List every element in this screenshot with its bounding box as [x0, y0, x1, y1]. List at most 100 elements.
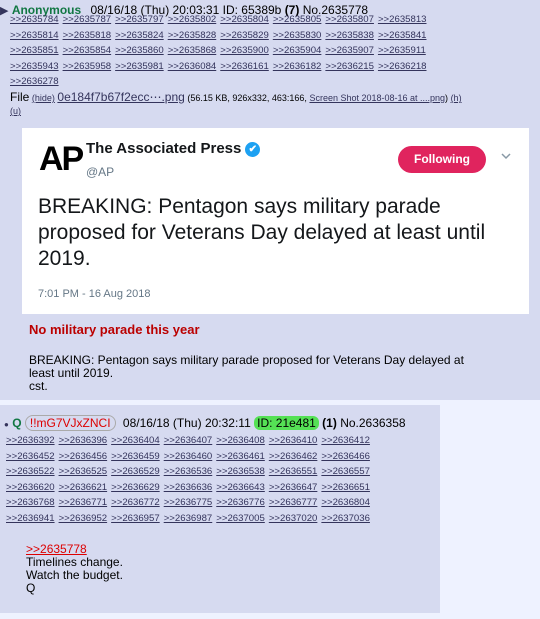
backlink[interactable]: >>2636161 — [220, 61, 269, 72]
backlink[interactable]: >>2636952 — [59, 513, 108, 524]
backlink[interactable]: >>2636538 — [216, 466, 265, 477]
backlink[interactable]: >>2636459 — [111, 451, 160, 462]
backlink[interactable]: >>2635818 — [63, 30, 112, 41]
post-menu-arrow-icon[interactable]: ▶ — [0, 5, 8, 17]
backlink[interactable]: >>2635828 — [168, 30, 217, 41]
backlink[interactable]: >>2636410 — [269, 435, 318, 446]
backlink[interactable]: >>2636620 — [6, 482, 55, 493]
backlink[interactable]: >>2636182 — [273, 61, 322, 72]
backlink[interactable]: >>2635838 — [325, 30, 374, 41]
file-h-link[interactable]: (h) — [451, 93, 462, 103]
backlink[interactable]: >>2636536 — [164, 466, 213, 477]
file-meta-close: ) — [445, 93, 449, 103]
backlink[interactable]: >>2635868 — [168, 45, 217, 56]
tweet-handle: @AP — [86, 165, 115, 179]
backlink[interactable]: >>2636775 — [164, 497, 213, 508]
post-2636358: ● Q !!mG7VJxZNCI 08/16/18 (Thu) 20:32:11… — [0, 405, 440, 613]
backlink[interactable]: >>2636771 — [59, 497, 108, 508]
backlink[interactable]: >>2636525 — [59, 466, 108, 477]
poster-id[interactable]: ID: 21e481 — [254, 416, 319, 430]
backlink[interactable]: >>2635807 — [325, 14, 374, 25]
backlink[interactable]: >>2636404 — [111, 435, 160, 446]
backlink[interactable]: >>2636804 — [321, 497, 370, 508]
backlink[interactable]: >>2636408 — [216, 435, 265, 446]
backlink[interactable]: >>2636636 — [164, 482, 213, 493]
post-menu-dot-icon[interactable]: ● — [4, 420, 9, 429]
post-body: >>2635778 Timelines change. Watch the bu… — [26, 543, 123, 595]
backlink[interactable]: >>2636396 — [59, 435, 108, 446]
backlink[interactable]: >>2636215 — [325, 61, 374, 72]
backlink[interactable]: >>2636621 — [59, 482, 108, 493]
backlink[interactable]: >>2636522 — [6, 466, 55, 477]
backlink[interactable]: >>2636643 — [216, 482, 265, 493]
backlink[interactable]: >>2637005 — [216, 513, 265, 524]
verified-badge-icon: ✔ — [245, 142, 261, 157]
backlink[interactable]: >>2635854 — [63, 45, 112, 56]
backlink[interactable]: >>2635814 — [10, 30, 59, 41]
backlink[interactable]: >>2635829 — [220, 30, 269, 41]
backlink[interactable]: >>2636551 — [269, 466, 318, 477]
file-hide-link[interactable]: (hide) — [32, 93, 55, 103]
file-name-link[interactable]: 0e184f7b67f2ecc⋯.png — [57, 90, 184, 104]
backlink[interactable]: >>2635943 — [10, 61, 59, 72]
backlinks: >>2636392 >>2636396 >>2636404 >>2636407 >>26… — [6, 433, 438, 526]
backlink[interactable]: >>2636466 — [321, 451, 370, 462]
backlink[interactable]: >>2636772 — [111, 497, 160, 508]
backlink[interactable]: >>2635787 — [63, 14, 112, 25]
backlink[interactable]: >>2636392 — [6, 435, 55, 446]
post-number[interactable]: No.2636358 — [340, 416, 405, 430]
file-u-link[interactable]: (u) — [10, 106, 21, 116]
backlink[interactable]: >>2636557 — [321, 466, 370, 477]
quote-link[interactable]: >>2635778 — [26, 542, 87, 556]
backlink[interactable]: >>2635981 — [115, 61, 164, 72]
backlink[interactable]: >>2635804 — [220, 14, 269, 25]
backlink[interactable]: >>2636460 — [164, 451, 213, 462]
backlink[interactable]: >>2635851 — [10, 45, 59, 56]
backlink[interactable]: >>2636407 — [164, 435, 213, 446]
backlink[interactable]: >>2636452 — [6, 451, 55, 462]
backlink[interactable]: >>2636987 — [164, 513, 213, 524]
backlink[interactable]: >>2635904 — [273, 45, 322, 56]
backlink[interactable]: >>2636456 — [59, 451, 108, 462]
backlink[interactable]: >>2635784 — [10, 14, 59, 25]
backlink[interactable]: >>2636462 — [269, 451, 318, 462]
backlink[interactable]: >>2636529 — [111, 466, 160, 477]
backlink[interactable]: >>2635911 — [378, 45, 426, 56]
backlink[interactable]: >>2635824 — [115, 30, 164, 41]
backlink[interactable]: >>2635907 — [325, 45, 374, 56]
file-meta: (56.15 KB, 926x332, 463:166, — [187, 93, 307, 103]
backlink[interactable]: >>2636278 — [10, 76, 59, 87]
post-2635778: ▶ Anonymous 08/16/18 (Thu) 20:03:31 ID: … — [0, 0, 540, 400]
backlink[interactable]: >>2636218 — [378, 61, 427, 72]
backlink[interactable]: >>2637020 — [269, 513, 318, 524]
backlink[interactable]: >>2635813 — [378, 14, 427, 25]
backlink[interactable]: >>2635797 — [115, 14, 164, 25]
backlink[interactable]: >>2636776 — [216, 497, 265, 508]
post-body-line: cst. — [29, 379, 48, 393]
backlink[interactable]: >>2635830 — [273, 30, 322, 41]
poster-name: Q — [12, 416, 22, 430]
post-body-line: Q — [26, 581, 36, 595]
backlink[interactable]: >>2636651 — [321, 482, 370, 493]
backlink[interactable]: >>2635802 — [168, 14, 217, 25]
backlink[interactable]: >>2637036 — [321, 513, 370, 524]
post-subject: No military parade this year — [29, 322, 200, 337]
backlink[interactable]: >>2636941 — [6, 513, 55, 524]
file-info: File (hide) 0e184f7b67f2ecc⋯.png (56.15 … — [10, 91, 530, 118]
backlink[interactable]: >>2635805 — [273, 14, 322, 25]
backlink[interactable]: >>2636957 — [111, 513, 160, 524]
backlink[interactable]: >>2635958 — [63, 61, 112, 72]
backlink[interactable]: >>2635841 — [378, 30, 427, 41]
file-original-name[interactable]: Screen Shot 2018-08-16 at ....png — [309, 93, 445, 103]
tweet-account-name: The Associated Press ✔ — [86, 140, 261, 157]
backlink[interactable]: >>2635900 — [220, 45, 269, 56]
backlink[interactable]: >>2636461 — [216, 451, 265, 462]
tweet-image[interactable]: AP The Associated Press ✔ @AP Following B… — [22, 128, 529, 314]
backlink[interactable]: >>2636777 — [269, 497, 318, 508]
backlink[interactable]: >>2636768 — [6, 497, 55, 508]
backlink[interactable]: >>2636412 — [321, 435, 370, 446]
backlink[interactable]: >>2636647 — [269, 482, 318, 493]
backlink[interactable]: >>2636084 — [168, 61, 217, 72]
backlink[interactable]: >>2636629 — [111, 482, 160, 493]
backlink[interactable]: >>2635860 — [115, 45, 164, 56]
